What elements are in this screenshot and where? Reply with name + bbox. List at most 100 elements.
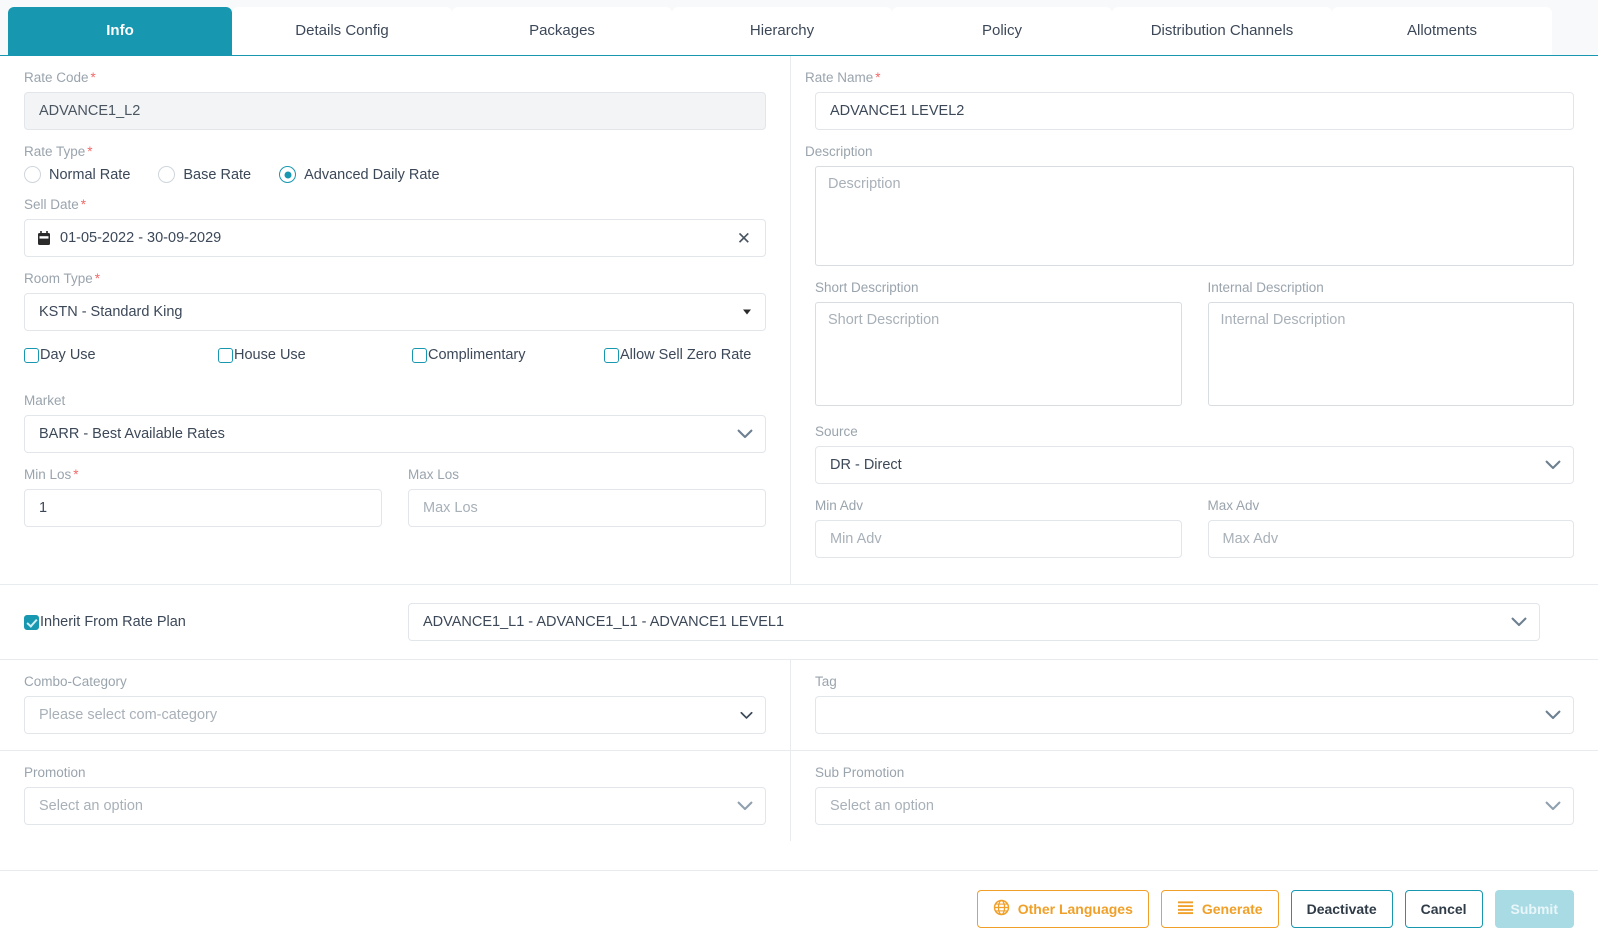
field-rate-name: Rate Name * ADVANCE1 LEVEL2 bbox=[805, 70, 1574, 130]
button-label: Other Languages bbox=[1017, 900, 1133, 917]
label-text: Rate Code bbox=[24, 70, 89, 85]
required-asterisk: * bbox=[87, 144, 93, 159]
chevron-down-icon bbox=[737, 416, 753, 452]
chevron-down-icon bbox=[737, 788, 753, 824]
field-rate-code: Rate Code * ADVANCE1_L2 bbox=[24, 70, 766, 130]
cancel-button[interactable]: Cancel bbox=[1404, 889, 1483, 928]
checkbox-complimentary[interactable]: Complimentary bbox=[412, 347, 604, 363]
min-adv-input[interactable]: Min Adv bbox=[815, 520, 1182, 558]
tab-policy[interactable]: Policy bbox=[892, 7, 1112, 55]
field-sell-date: Sell Date * 01-05-2022 - 30-09-2029 ✕ bbox=[24, 197, 766, 257]
chevron-down-icon bbox=[1545, 697, 1561, 733]
descriptions-row: Short Description Short Description Inte… bbox=[815, 280, 1574, 406]
rate-type-label: Rate Type * bbox=[24, 144, 766, 160]
tab-label: Distribution Channels bbox=[1150, 22, 1294, 39]
usage-checkbox-group: Day Use House Use Complimentary Allow Se… bbox=[24, 347, 766, 363]
max-los-input[interactable]: Max Los bbox=[408, 489, 766, 527]
right-column: Rate Name * ADVANCE1 LEVEL2 Description D… bbox=[790, 56, 1598, 584]
checkbox-day-use[interactable]: Day Use bbox=[24, 347, 218, 363]
room-type-label: Room Type * bbox=[24, 271, 766, 287]
submit-button[interactable]: Submit bbox=[1494, 889, 1574, 928]
field-rate-type: Rate Type * Normal Rate Base Rate Advanc… bbox=[24, 144, 766, 183]
radio-dot-icon bbox=[158, 166, 176, 183]
tab-info[interactable]: Info bbox=[8, 7, 232, 55]
los-row: Min Los * 1 Max Los Max Los bbox=[24, 467, 766, 527]
field-market: Market BARR - Best Available Rates bbox=[24, 393, 766, 453]
promotion-label: Promotion bbox=[24, 765, 86, 780]
radio-dot-icon bbox=[279, 166, 297, 183]
inherit-rate-plan-select[interactable]: ADVANCE1_L1 - ADVANCE1_L1 - ADVANCE1 LEV… bbox=[408, 603, 1540, 641]
promotion-select[interactable]: Select an option bbox=[24, 787, 766, 825]
field-min-adv: Min Adv Min Adv bbox=[815, 498, 1182, 558]
checkbox-box-icon bbox=[218, 347, 233, 363]
rate-name-input[interactable]: ADVANCE1 LEVEL2 bbox=[815, 92, 1574, 130]
combo-category-select[interactable]: Please select com-category bbox=[24, 696, 766, 734]
tab-details-config[interactable]: Details Config bbox=[232, 7, 452, 55]
description-textarea[interactable]: Description bbox=[815, 166, 1574, 266]
tab-label: Hierarchy bbox=[749, 22, 815, 39]
tab-allotments[interactable]: Allotments bbox=[1332, 7, 1552, 55]
generate-button[interactable]: Generate bbox=[1160, 889, 1279, 928]
chevron-down-icon bbox=[740, 697, 753, 733]
button-label: Deactivate bbox=[1306, 900, 1377, 917]
sell-date-input[interactable]: 01-05-2022 - 30-09-2029 ✕ bbox=[24, 219, 766, 257]
label-text: Room Type bbox=[24, 271, 93, 286]
field-description: Description Description bbox=[805, 144, 1574, 266]
globe-icon bbox=[993, 899, 1010, 919]
room-type-select[interactable]: KSTN - Standard King bbox=[24, 293, 766, 331]
button-label: Submit bbox=[1510, 900, 1558, 917]
label-text: Rate Type bbox=[24, 144, 86, 159]
required-asterisk: * bbox=[80, 197, 87, 212]
rate-code-input[interactable]: ADVANCE1_L2 bbox=[24, 92, 766, 130]
radio-normal-rate[interactable]: Normal Rate bbox=[24, 166, 130, 183]
tag-label: Tag bbox=[815, 674, 837, 689]
radio-label: Advanced Daily Rate bbox=[304, 166, 440, 183]
checkbox-house-use[interactable]: House Use bbox=[218, 347, 412, 363]
required-asterisk: * bbox=[90, 70, 96, 85]
max-los-label: Max Los bbox=[408, 467, 460, 482]
internal-description-textarea[interactable]: Internal Description bbox=[1207, 302, 1574, 406]
short-description-textarea[interactable]: Short Description bbox=[815, 302, 1182, 406]
market-select[interactable]: BARR - Best Available Rates bbox=[24, 415, 766, 453]
other-languages-button[interactable]: Other Languages bbox=[976, 889, 1149, 928]
button-label: Cancel bbox=[1420, 900, 1467, 917]
market-label: Market bbox=[24, 393, 66, 408]
tab-label: Info bbox=[106, 22, 134, 39]
required-asterisk: * bbox=[875, 70, 881, 85]
room-type-value: KSTN - Standard King bbox=[39, 304, 183, 320]
promotion-value: Select an option bbox=[39, 798, 143, 814]
promotion-cell: Promotion Select an option bbox=[0, 751, 790, 841]
tab-hierarchy[interactable]: Hierarchy bbox=[672, 7, 892, 55]
tab-packages[interactable]: Packages bbox=[452, 7, 672, 55]
inherit-section: Inherit From Rate Plan ADVANCE1_L1 - ADV… bbox=[0, 585, 1598, 659]
checkbox-label: Inherit From Rate Plan bbox=[40, 614, 186, 630]
radio-advanced-daily-rate[interactable]: Advanced Daily Rate bbox=[279, 166, 440, 183]
chevron-down-icon bbox=[1545, 788, 1561, 824]
combo-category-label: Combo-Category bbox=[24, 674, 127, 689]
combo-category-value: Please select com-category bbox=[39, 707, 218, 723]
combo-category-cell: Combo-Category Please select com-categor… bbox=[0, 660, 790, 750]
radio-base-rate[interactable]: Base Rate bbox=[158, 166, 251, 183]
tab-distribution-channels[interactable]: Distribution Channels bbox=[1112, 7, 1332, 55]
sub-promotion-select[interactable]: Select an option bbox=[815, 787, 1574, 825]
radio-label: Normal Rate bbox=[49, 166, 131, 183]
deactivate-button[interactable]: Deactivate bbox=[1290, 889, 1393, 928]
adv-row: Min Adv Min Adv Max Adv Max Adv bbox=[815, 498, 1574, 558]
clear-date-icon[interactable]: ✕ bbox=[735, 230, 753, 247]
checkbox-allow-sell-zero-rate[interactable]: Allow Sell Zero Rate bbox=[604, 347, 751, 363]
checkbox-box-icon bbox=[604, 347, 619, 363]
tag-select[interactable] bbox=[815, 696, 1574, 734]
radio-dot-icon bbox=[24, 166, 41, 183]
max-adv-label: Max Adv bbox=[1207, 498, 1260, 513]
market-value: BARR - Best Available Rates bbox=[39, 426, 225, 442]
checkbox-label: Allow Sell Zero Rate bbox=[620, 347, 752, 363]
min-los-input[interactable]: 1 bbox=[24, 489, 382, 527]
sell-date-value: 01-05-2022 - 30-09-2029 bbox=[60, 230, 222, 246]
chevron-down-icon bbox=[743, 309, 751, 315]
sub-promotion-value: Select an option bbox=[830, 798, 934, 814]
required-asterisk: * bbox=[94, 271, 101, 286]
footer-actions: Other Languages Generate Deactivate Canc… bbox=[0, 870, 1598, 946]
max-adv-input[interactable]: Max Adv bbox=[1207, 520, 1574, 558]
checkbox-inherit-from-rate-plan[interactable]: Inherit From Rate Plan bbox=[24, 614, 186, 630]
source-select[interactable]: DR - Direct bbox=[815, 446, 1574, 484]
